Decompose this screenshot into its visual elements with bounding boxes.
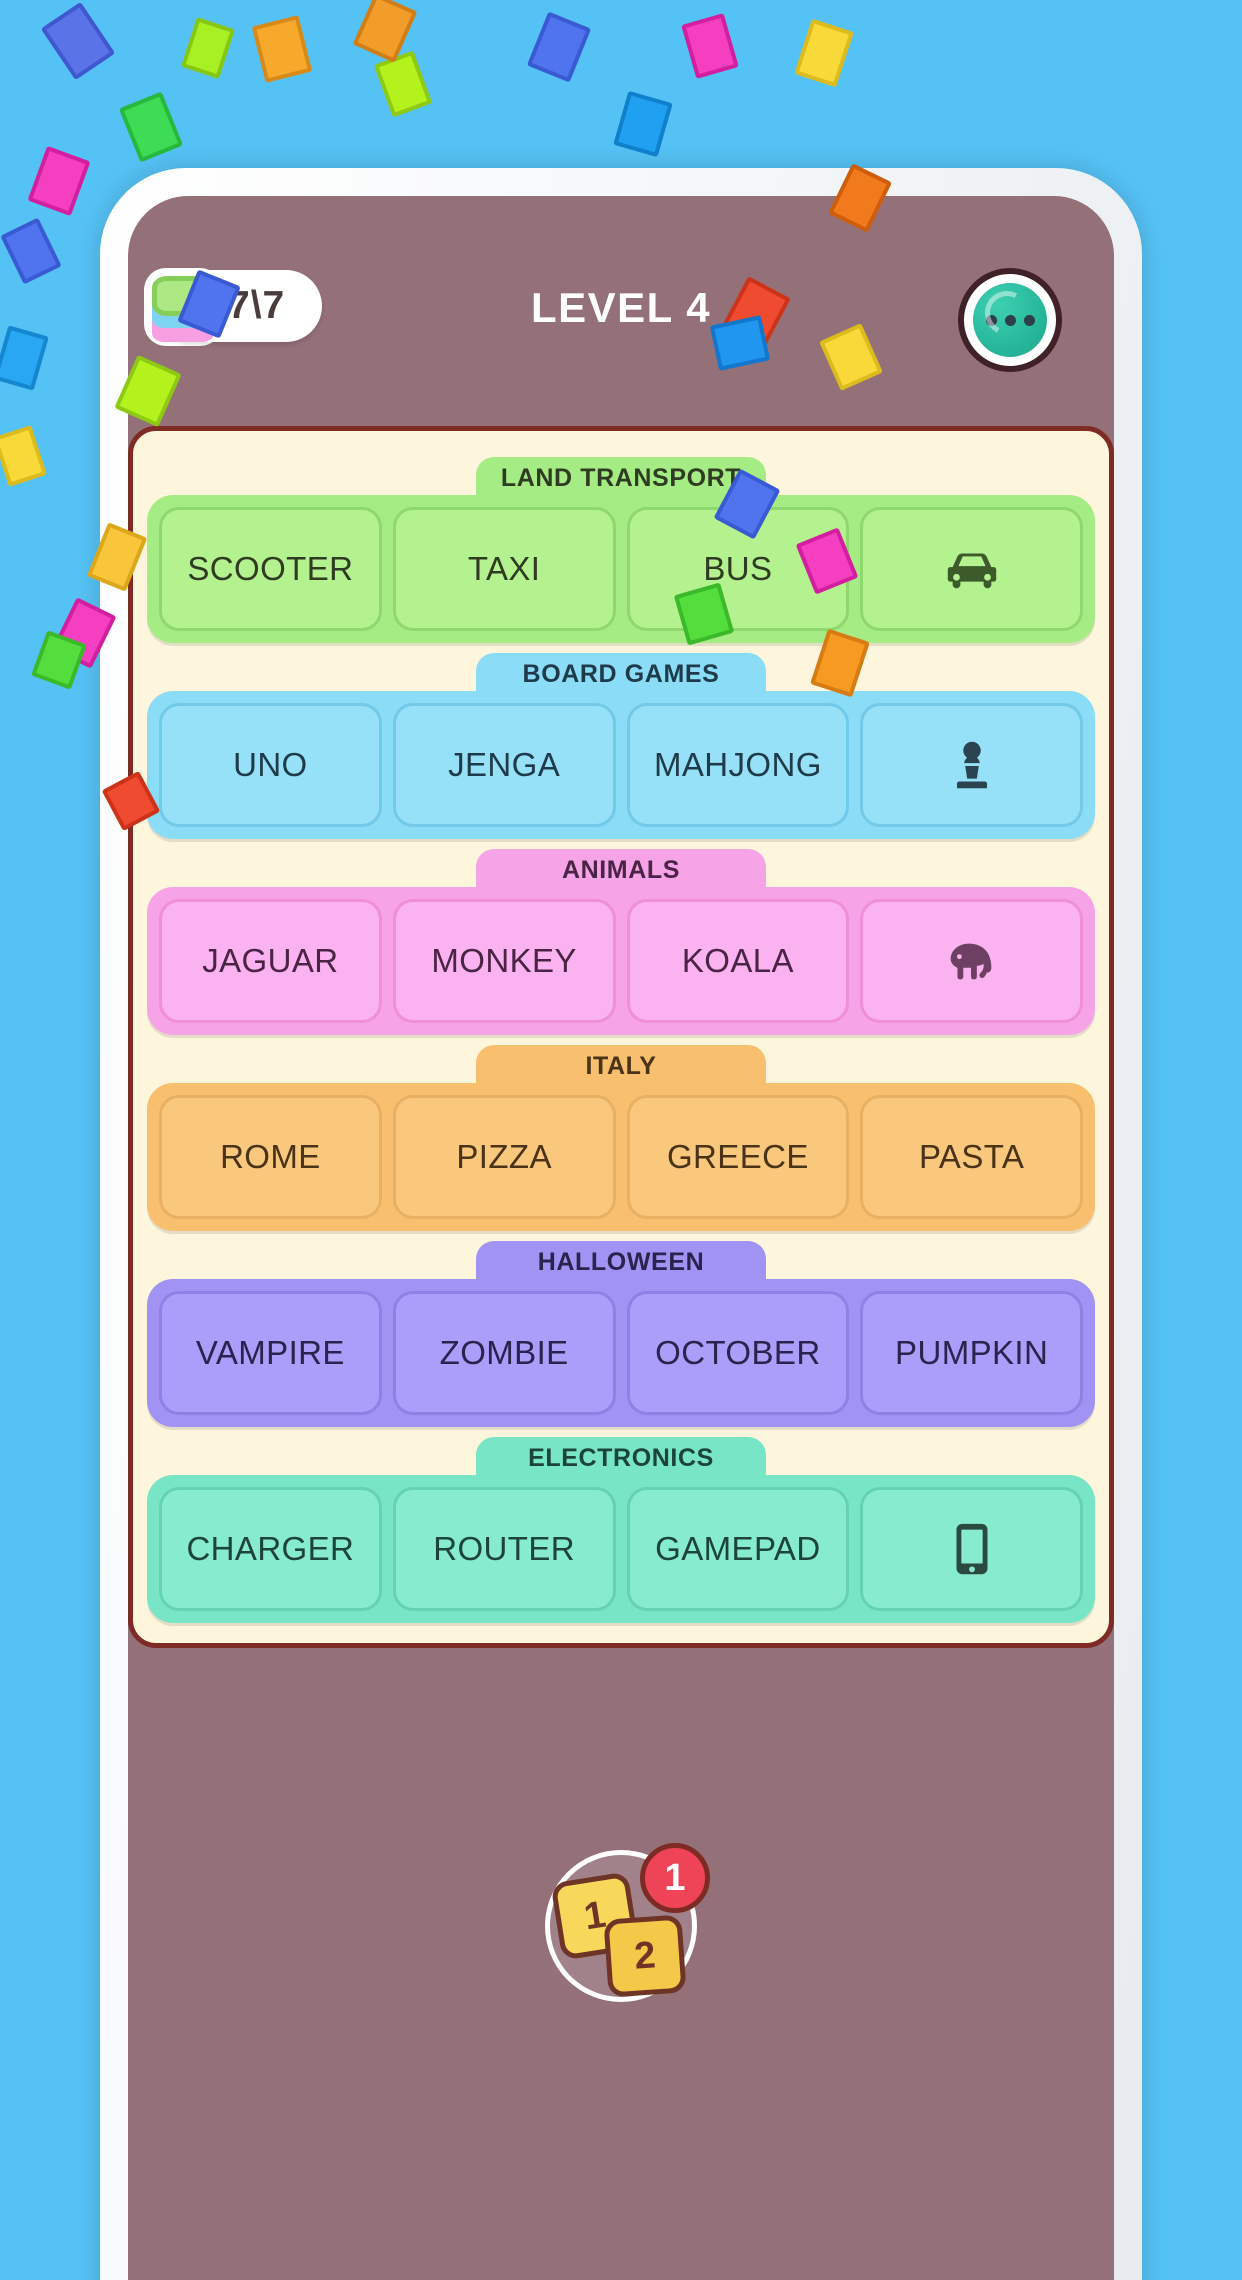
word-tile[interactable]: PASTA: [860, 1095, 1083, 1219]
word-tile[interactable]: TAXI: [392, 507, 616, 631]
word-group: BOARD GAMES UNO JENGA MAHJONG: [147, 653, 1095, 839]
phone-screen: 7\7 LEVEL 4 LAND TRANSPORT SCOOTER TAXI BUS…: [128, 196, 1114, 2280]
word-tile[interactable]: ROUTER: [392, 1487, 616, 1611]
word-tile[interactable]: JENGA: [392, 703, 616, 827]
word-tile[interactable]: MAHJONG: [626, 703, 850, 827]
smartphone-icon[interactable]: [860, 1487, 1083, 1611]
three-dots-icon: [973, 283, 1047, 357]
word-tile[interactable]: ZOMBIE: [392, 1291, 616, 1415]
confetti-piece: [613, 90, 673, 158]
word-group: ITALY ROME PIZZA GREECE PASTA: [147, 1045, 1095, 1231]
chess-pawn-icon[interactable]: [860, 703, 1083, 827]
tray-tile-2: 2: [603, 1914, 687, 1998]
word-group: ANIMALS JAGUAR MONKEY KOALA: [147, 849, 1095, 1035]
group-row: SCOOTER TAXI BUS: [147, 495, 1095, 643]
group-row: VAMPIRE ZOMBIE OCTOBER PUMPKIN: [147, 1279, 1095, 1427]
word-board: LAND TRANSPORT SCOOTER TAXI BUS BOARD GAMES U…: [128, 426, 1114, 1648]
word-tile[interactable]: PIZZA: [392, 1095, 616, 1219]
word-tile[interactable]: CHARGER: [159, 1487, 382, 1611]
word-tile[interactable]: PUMPKIN: [860, 1291, 1083, 1415]
game-screen: 7\7 LEVEL 4 LAND TRANSPORT SCOOTER TAXI BUS…: [0, 0, 1242, 2280]
confetti-piece: [681, 13, 739, 79]
word-tile[interactable]: GAMEPAD: [626, 1487, 850, 1611]
confetti-piece: [794, 18, 854, 88]
confetti-piece: [251, 15, 313, 83]
confetti-piece: [373, 50, 433, 118]
confetti-piece: [180, 17, 236, 79]
word-tile[interactable]: ROME: [159, 1095, 382, 1219]
header-bar: 7\7 LEVEL 4: [128, 196, 1114, 396]
tiles-tray-button[interactable]: 1 2 1: [545, 1843, 710, 2002]
confetti-piece: [27, 145, 91, 217]
word-tile[interactable]: VAMPIRE: [159, 1291, 382, 1415]
confetti-piece: [0, 425, 48, 487]
confetti-piece: [31, 630, 87, 690]
menu-button[interactable]: [958, 268, 1062, 372]
confetti-piece: [0, 217, 62, 285]
word-tile[interactable]: BUS: [626, 507, 850, 631]
word-tile[interactable]: MONKEY: [392, 899, 616, 1023]
word-tile[interactable]: GREECE: [626, 1095, 850, 1219]
group-row: CHARGER ROUTER GAMEPAD: [147, 1475, 1095, 1623]
confetti-piece: [40, 1, 116, 81]
confetti-piece: [0, 325, 49, 391]
confetti-piece: [352, 0, 418, 63]
car-icon[interactable]: [860, 507, 1083, 631]
group-row: ROME PIZZA GREECE PASTA: [147, 1083, 1095, 1231]
group-row: JAGUAR MONKEY KOALA: [147, 887, 1095, 1035]
tray-badge: 1: [640, 1843, 710, 1913]
word-group: ELECTRONICS CHARGER ROUTER GAMEPAD: [147, 1437, 1095, 1623]
confetti-piece: [118, 91, 184, 163]
word-tile[interactable]: KOALA: [626, 899, 850, 1023]
word-group: LAND TRANSPORT SCOOTER TAXI BUS: [147, 457, 1095, 643]
word-tile[interactable]: UNO: [159, 703, 382, 827]
word-tile[interactable]: SCOOTER: [159, 507, 382, 631]
confetti-piece: [526, 11, 592, 83]
elephant-icon[interactable]: [860, 899, 1083, 1023]
word-tile[interactable]: OCTOBER: [626, 1291, 850, 1415]
word-tile[interactable]: JAGUAR: [159, 899, 382, 1023]
group-row: UNO JENGA MAHJONG: [147, 691, 1095, 839]
word-group: HALLOWEEN VAMPIRE ZOMBIE OCTOBER PUMPKIN: [147, 1241, 1095, 1427]
